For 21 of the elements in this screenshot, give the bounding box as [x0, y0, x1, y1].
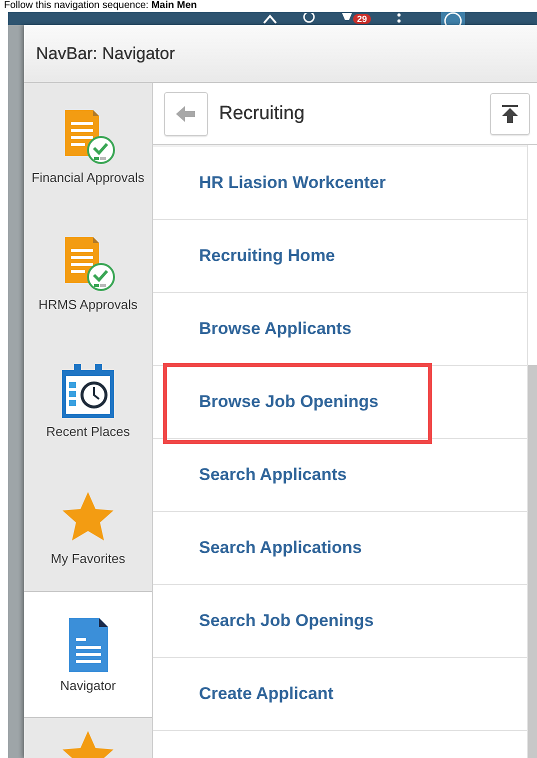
menu-link[interactable]: Search Applicants [199, 465, 347, 485]
menu-link[interactable]: Recruiting Home [199, 246, 336, 266]
sidebar-tile[interactable]: Navigator [24, 591, 152, 718]
top-button[interactable] [490, 92, 530, 134]
notification-badge: 29 [353, 14, 372, 24]
menu-link[interactable]: Search Applications [199, 538, 362, 558]
folder-heading: Recruiting [219, 102, 305, 124]
more-icon[interactable] [397, 13, 402, 24]
calendar-clock-icon [59, 362, 117, 420]
search-icon[interactable] [303, 13, 315, 24]
menu-link[interactable]: Create Applicant [199, 684, 334, 704]
home-icon[interactable] [263, 13, 277, 24]
menu-link[interactable]: HR Liasion Workcenter [199, 173, 386, 193]
menu-link[interactable]: Search Job Openings [199, 611, 374, 631]
to-top-arrow-icon [502, 104, 518, 122]
instruction-text: Follow this navigation sequence: Main Men [4, 0, 198, 12]
menu-link[interactable]: Browse Job Openings [199, 392, 378, 412]
scrollbar[interactable] [527, 145, 537, 758]
dialog-title: NavBar: Navigator [36, 44, 175, 64]
menu-link[interactable]: Browse Applicants [199, 319, 352, 339]
back-arrow-icon [176, 106, 196, 122]
